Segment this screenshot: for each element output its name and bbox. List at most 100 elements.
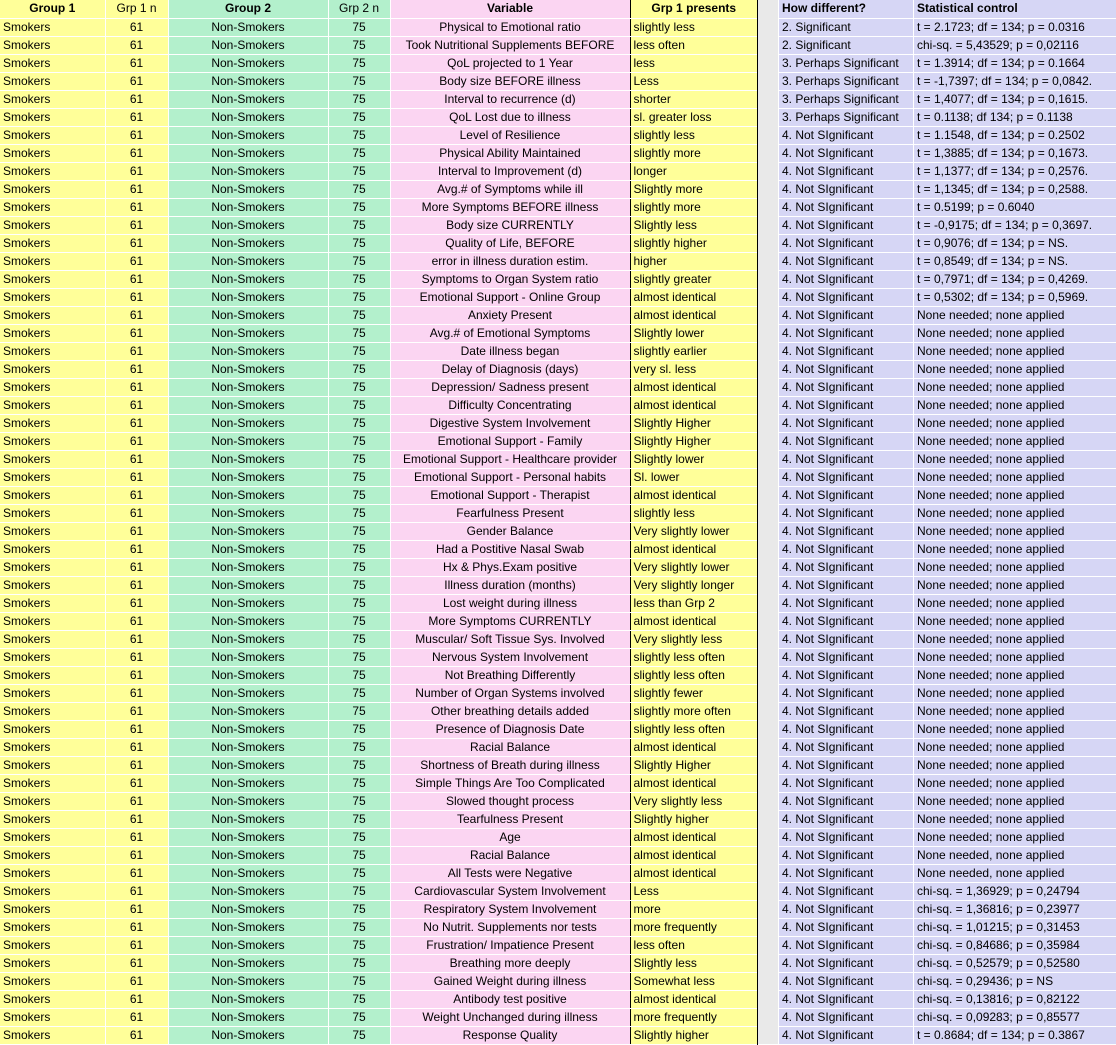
- table-row[interactable]: 4. Not SIgnificantNone needed; none appl…: [779, 576, 1116, 594]
- table-row[interactable]: Smokers61Non-Smokers75Hx & Phys.Exam pos…: [0, 558, 757, 576]
- table-row[interactable]: 4. Not SIgnificantchi-sq. = 1,01215; p =…: [779, 918, 1116, 936]
- table-row[interactable]: Smokers61Non-Smokers75Delay of Diagnosis…: [0, 360, 757, 378]
- table-row[interactable]: Smokers61Non-Smokers75Interval to Improv…: [0, 162, 757, 180]
- table-row[interactable]: 4. Not SIgnificantNone needed; none appl…: [779, 396, 1116, 414]
- table-row[interactable]: 4. Not SIgnificantNone needed; none appl…: [779, 540, 1116, 558]
- table-row[interactable]: Smokers61Non-Smokers75Had a Postitive Na…: [0, 540, 757, 558]
- table-row[interactable]: Smokers61Non-Smokers75error in illness d…: [0, 252, 757, 270]
- table-row[interactable]: 4. Not SIgnificantt = -0,9175; df = 134;…: [779, 216, 1116, 234]
- column-header-variable[interactable]: Variable: [390, 0, 630, 18]
- table-row[interactable]: 4. Not SIgnificantNone needed; none appl…: [779, 324, 1116, 342]
- table-row[interactable]: Smokers61Non-Smokers75Quality of Life, B…: [0, 234, 757, 252]
- table-row[interactable]: 4. Not SIgnificantNone needed; none appl…: [779, 612, 1116, 630]
- table-row[interactable]: Smokers61Non-Smokers75Agealmost identica…: [0, 828, 757, 846]
- column-header-how-different[interactable]: How different?: [779, 0, 914, 18]
- table-row[interactable]: Smokers61Non-Smokers75Digestive System I…: [0, 414, 757, 432]
- table-row[interactable]: Smokers61Non-Smokers75Muscular/ Soft Tis…: [0, 630, 757, 648]
- table-row[interactable]: 4. Not SIgnificantNone needed, none appl…: [779, 864, 1116, 882]
- table-row[interactable]: 2. Significantchi-sq. = 5,43529; p = 0,0…: [779, 36, 1116, 54]
- table-row[interactable]: 4. Not SIgnificantNone needed; none appl…: [779, 504, 1116, 522]
- table-row[interactable]: Smokers61Non-Smokers75Took Nutritional S…: [0, 36, 757, 54]
- table-row[interactable]: Smokers61Non-Smokers75Slowed thought pro…: [0, 792, 757, 810]
- table-row[interactable]: Smokers61Non-Smokers75Date illness began…: [0, 342, 757, 360]
- table-row[interactable]: Smokers61Non-Smokers75Simple Things Are …: [0, 774, 757, 792]
- table-row[interactable]: Smokers61Non-Smokers75More Symptoms CURR…: [0, 612, 757, 630]
- table-row[interactable]: Smokers61Non-Smokers75Difficulty Concent…: [0, 396, 757, 414]
- table-row[interactable]: 2. Significantt = 2.1723; df = 134; p = …: [779, 18, 1116, 36]
- table-row[interactable]: Smokers61Non-Smokers75Illness duration (…: [0, 576, 757, 594]
- table-row[interactable]: 4. Not SIgnificantchi-sq. = 0,84686; p =…: [779, 936, 1116, 954]
- table-row[interactable]: 4. Not SIgnificantchi-sq. = 0,09283; p =…: [779, 1008, 1116, 1026]
- table-row[interactable]: Smokers61Non-Smokers75Not Breathing Diff…: [0, 666, 757, 684]
- table-row[interactable]: Smokers61Non-Smokers75Anxiety Presentalm…: [0, 306, 757, 324]
- table-row[interactable]: Smokers61Non-Smokers75Tearfulness Presen…: [0, 810, 757, 828]
- table-row[interactable]: Smokers61Non-Smokers75Fearfulness Presen…: [0, 504, 757, 522]
- table-row[interactable]: 4. Not SIgnificantchi-sq. = 1,36929; p =…: [779, 882, 1116, 900]
- table-row[interactable]: 4. Not SIgnificantNone needed; none appl…: [779, 720, 1116, 738]
- column-header-group2[interactable]: Group 2: [168, 0, 328, 18]
- table-row[interactable]: 4. Not SIgnificantt = 0,5302; df = 134; …: [779, 288, 1116, 306]
- table-row[interactable]: 4. Not SIgnificantNone needed; none appl…: [779, 630, 1116, 648]
- table-row[interactable]: 4. Not SIgnificantNone needed; none appl…: [779, 666, 1116, 684]
- table-row[interactable]: 4. Not SIgnificantt = 1,1377; df = 134; …: [779, 162, 1116, 180]
- table-row[interactable]: 4. Not SIgnificantNone needed; none appl…: [779, 756, 1116, 774]
- table-row[interactable]: 4. Not SIgnificantchi-sq. = 0,29436; p =…: [779, 972, 1116, 990]
- table-row[interactable]: 4. Not SIgnificantNone needed; none appl…: [779, 810, 1116, 828]
- table-row[interactable]: Smokers61Non-Smokers75Avg.# of Symptoms …: [0, 180, 757, 198]
- table-row[interactable]: Smokers61Non-Smokers75Physical to Emotio…: [0, 18, 757, 36]
- table-row[interactable]: 3. Perhaps Significantt = 1,4077; df = 1…: [779, 90, 1116, 108]
- table-row[interactable]: Smokers61Non-Smokers75Antibody test posi…: [0, 990, 757, 1008]
- table-row[interactable]: Smokers61Non-Smokers75Symptoms to Organ …: [0, 270, 757, 288]
- table-row[interactable]: Smokers61Non-Smokers75Gender BalanceVery…: [0, 522, 757, 540]
- table-row[interactable]: 4. Not SIgnificantNone needed; none appl…: [779, 828, 1116, 846]
- table-row[interactable]: 4. Not SIgnificantNone needed; none appl…: [779, 774, 1116, 792]
- table-row[interactable]: Smokers61Non-Smokers75Emotional Support …: [0, 288, 757, 306]
- table-row[interactable]: Smokers61Non-Smokers75Presence of Diagno…: [0, 720, 757, 738]
- table-row[interactable]: Smokers61Non-Smokers75Number of Organ Sy…: [0, 684, 757, 702]
- column-header-grp2n[interactable]: Grp 2 n: [328, 0, 390, 18]
- table-row[interactable]: Smokers61Non-Smokers75All Tests were Neg…: [0, 864, 757, 882]
- table-row[interactable]: 4. Not SIgnificantt = 0,8549; df = 134; …: [779, 252, 1116, 270]
- column-header-grp1n[interactable]: Grp 1 n: [105, 0, 168, 18]
- table-row[interactable]: 4. Not SIgnificantt = 0,7971; df = 134; …: [779, 270, 1116, 288]
- table-row[interactable]: 4. Not SIgnificantt = 0.5199; p = 0.6040: [779, 198, 1116, 216]
- table-row[interactable]: 4. Not SIgnificantNone needed; none appl…: [779, 558, 1116, 576]
- table-row[interactable]: Smokers61Non-Smokers75Body size BEFORE i…: [0, 72, 757, 90]
- table-row[interactable]: Smokers61Non-Smokers75Interval to recurr…: [0, 90, 757, 108]
- table-row[interactable]: Smokers61Non-Smokers75Frustration/ Impat…: [0, 936, 757, 954]
- table-row[interactable]: Smokers61Non-Smokers75Weight Unchanged d…: [0, 1008, 757, 1026]
- table-row[interactable]: Smokers61Non-Smokers75Other breathing de…: [0, 702, 757, 720]
- table-row[interactable]: Smokers61Non-Smokers75Response QualitySl…: [0, 1026, 757, 1044]
- table-row[interactable]: 4. Not SIgnificantt = 1,3885; df = 134; …: [779, 144, 1116, 162]
- table-row[interactable]: 4. Not SIgnificantNone needed; none appl…: [779, 432, 1116, 450]
- table-row[interactable]: Smokers61Non-Smokers75Emotional Support …: [0, 450, 757, 468]
- table-row[interactable]: 4. Not SIgnificantNone needed; none appl…: [779, 450, 1116, 468]
- table-row[interactable]: 4. Not SIgnificantNone needed; none appl…: [779, 792, 1116, 810]
- table-row[interactable]: Smokers61Non-Smokers75More Symptoms BEFO…: [0, 198, 757, 216]
- column-header-group1[interactable]: Group 1: [0, 0, 105, 18]
- table-row[interactable]: 4. Not SIgnificantNone needed, none appl…: [779, 846, 1116, 864]
- column-header-statistical-control[interactable]: Statistical control: [914, 0, 1116, 18]
- table-row[interactable]: Smokers61Non-Smokers75Breathing more dee…: [0, 954, 757, 972]
- table-row[interactable]: 4. Not SIgnificantNone needed; none appl…: [779, 486, 1116, 504]
- table-row[interactable]: 4. Not SIgnificantt = 1.1548, df = 134; …: [779, 126, 1116, 144]
- column-header-grp1-presents[interactable]: Grp 1 presents: [630, 0, 757, 18]
- table-row[interactable]: Smokers61Non-Smokers75Emotional Support …: [0, 486, 757, 504]
- table-row[interactable]: Smokers61Non-Smokers75Racial Balancealmo…: [0, 738, 757, 756]
- table-row[interactable]: 4. Not SIgnificantNone needed; none appl…: [779, 378, 1116, 396]
- table-row[interactable]: Smokers61Non-Smokers75Body size CURRENTL…: [0, 216, 757, 234]
- table-row[interactable]: 4. Not SIgnificantNone needed; none appl…: [779, 684, 1116, 702]
- table-row[interactable]: Smokers61Non-Smokers75Avg.# of Emotional…: [0, 324, 757, 342]
- table-row[interactable]: Smokers61Non-Smokers75Respiratory System…: [0, 900, 757, 918]
- table-row[interactable]: Smokers61Non-Smokers75Racial Balancealmo…: [0, 846, 757, 864]
- table-row[interactable]: 4. Not SIgnificantNone needed; none appl…: [779, 594, 1116, 612]
- table-row[interactable]: 4. Not SIgnificantNone needed; none appl…: [779, 522, 1116, 540]
- table-row[interactable]: 4. Not SIgnificantNone needed; none appl…: [779, 414, 1116, 432]
- table-row[interactable]: 4. Not SIgnificantchi-sq. = 1,36816; p =…: [779, 900, 1116, 918]
- table-row[interactable]: 4. Not SIgnificantt = 1,1345; df = 134; …: [779, 180, 1116, 198]
- table-row[interactable]: Smokers61Non-Smokers75Shortness of Breat…: [0, 756, 757, 774]
- table-row[interactable]: 3. Perhaps Significantt = 1.3914; df = 1…: [779, 54, 1116, 72]
- table-row[interactable]: Smokers61Non-Smokers75Emotional Support …: [0, 432, 757, 450]
- table-row[interactable]: Smokers61Non-Smokers75No Nutrit. Supplem…: [0, 918, 757, 936]
- table-row[interactable]: 4. Not SIgnificantNone needed; none appl…: [779, 342, 1116, 360]
